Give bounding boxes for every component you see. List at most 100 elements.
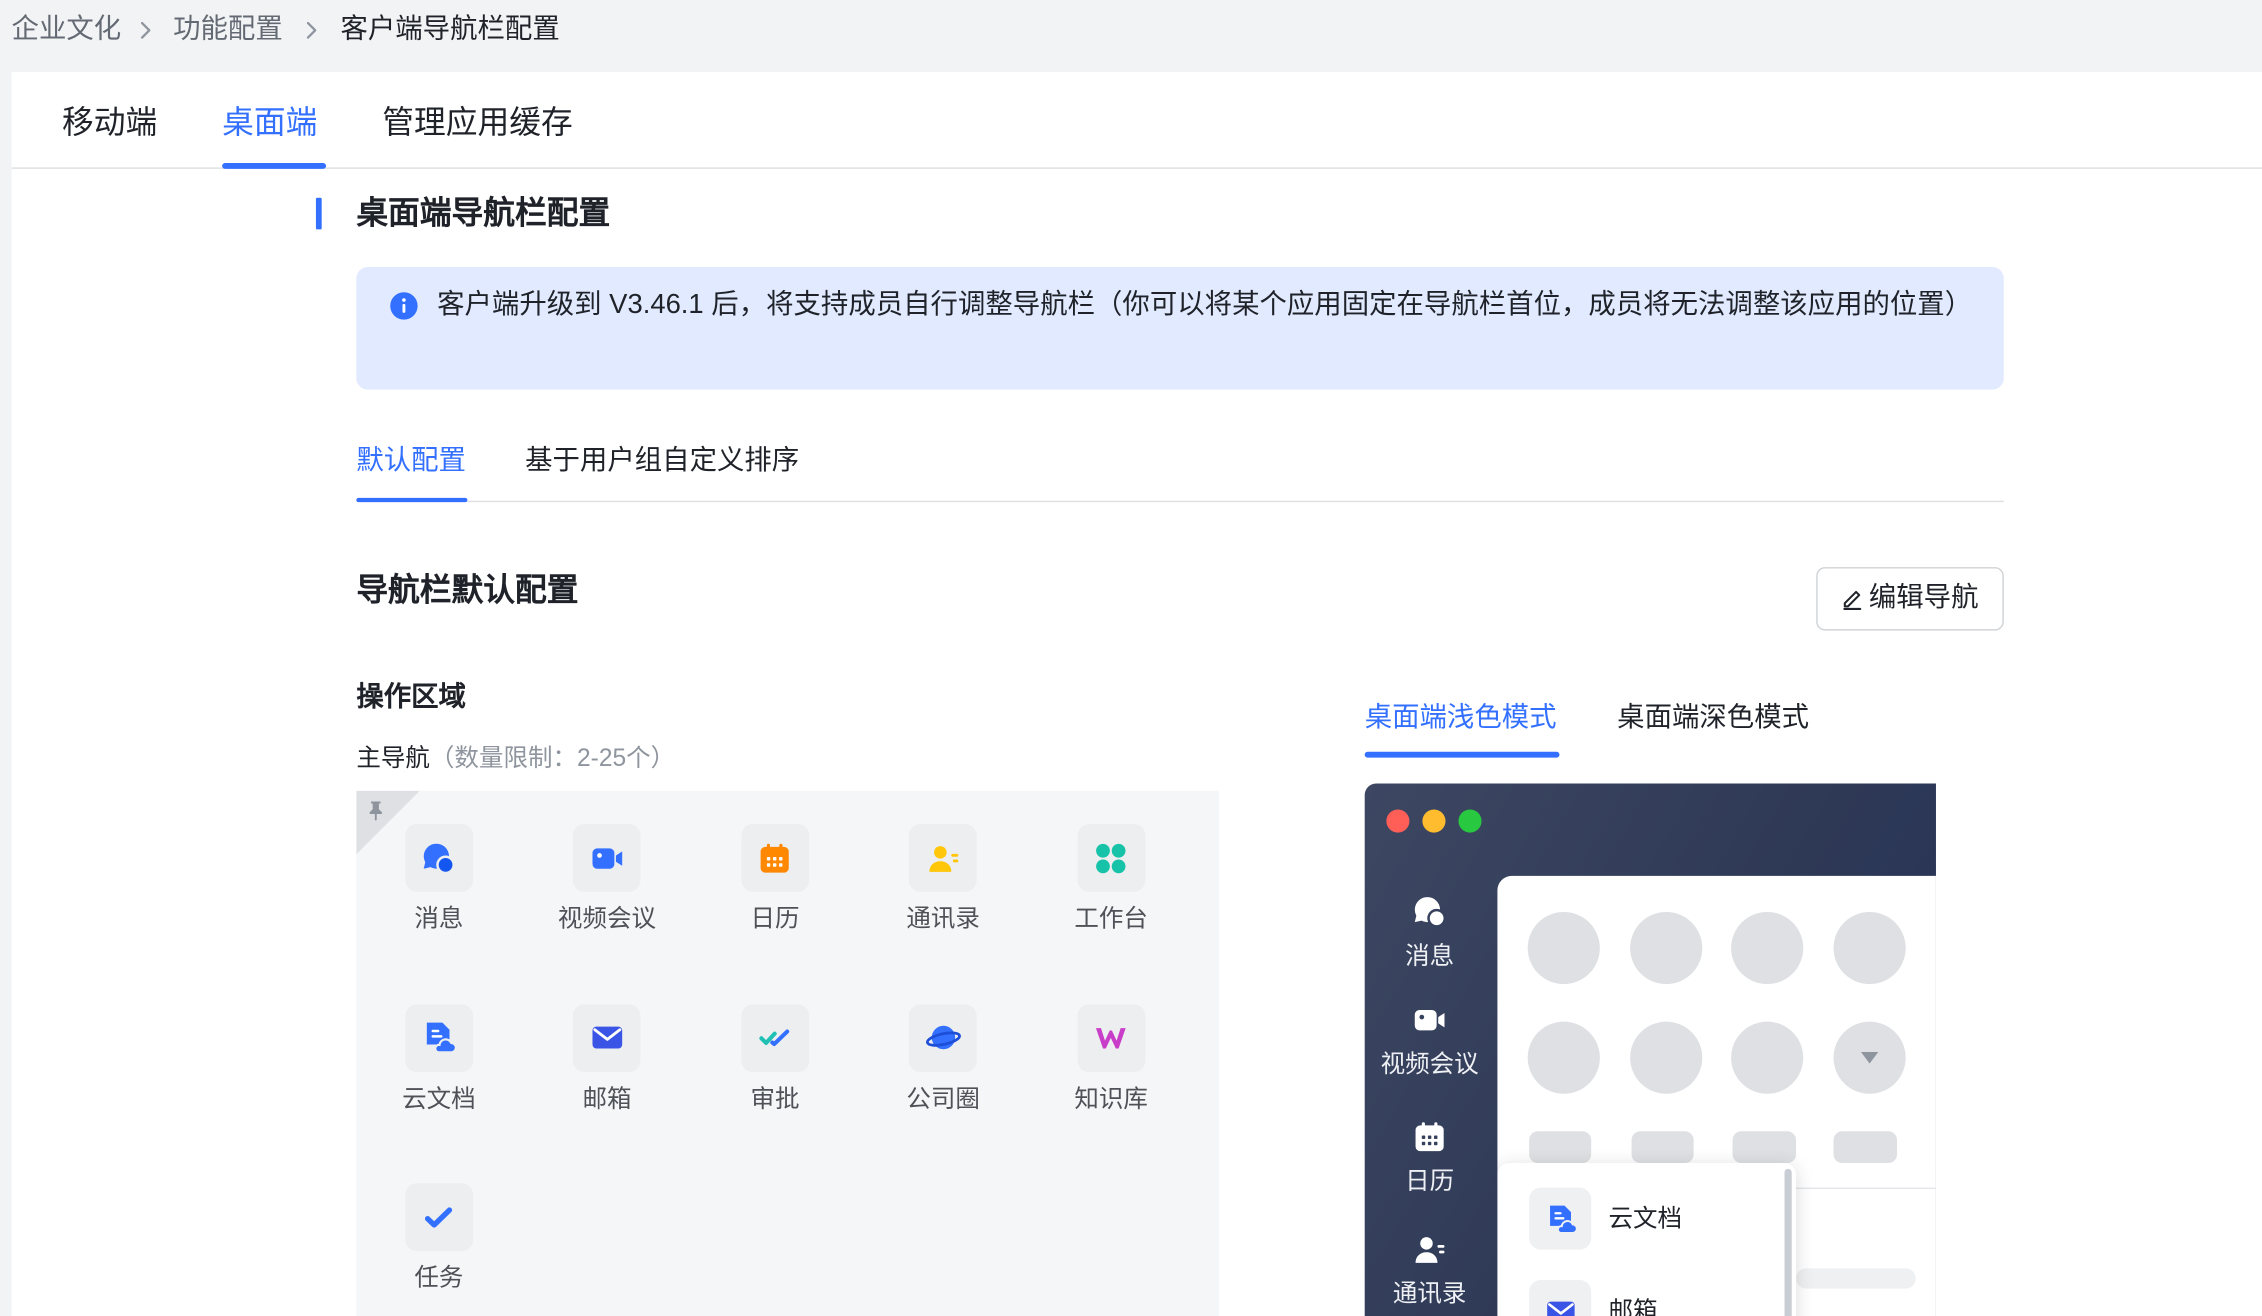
section-title: 桌面端导航栏配置 <box>356 194 611 231</box>
menu-item-label: 邮箱 <box>1608 1297 1658 1316</box>
app-item-video-meeting[interactable]: 视频会议 <box>523 823 691 1004</box>
app-label: 公司圈 <box>906 1084 980 1112</box>
app-label: 消息 <box>414 904 464 933</box>
preview-content-area: 云文档 邮箱 <box>1497 875 1936 1316</box>
tab-app-cache[interactable]: 管理应用缓存 <box>382 104 572 142</box>
app-label: 任务 <box>414 1264 464 1292</box>
chevron-right-icon <box>140 21 151 39</box>
app-label: 工作台 <box>1074 904 1148 933</box>
more-apps-menu: 云文档 邮箱 <box>1497 1163 1797 1316</box>
video-meeting-icon <box>573 823 641 892</box>
contacts-icon <box>1415 1237 1445 1263</box>
placeholder-bar <box>1796 1268 1916 1289</box>
video-meeting-icon <box>1414 1010 1445 1031</box>
sub-tabs-divider <box>356 500 2004 503</box>
main-nav-app-grid: 消息 视频会议 日历 通讯录 工作台 云文档 邮箱 审批 公司圈 知识库 任务 <box>356 790 1219 1316</box>
window-minimize-dot <box>1422 809 1446 833</box>
app-label: 云文档 <box>402 1084 476 1112</box>
tab-user-group-sort[interactable]: 基于用户组自定义排序 <box>525 443 799 481</box>
app-item-approval[interactable]: 审批 <box>691 1003 859 1184</box>
breadcrumb-item-enterprise-culture[interactable]: 企业文化 <box>12 12 122 50</box>
app-item-wiki[interactable]: 知识库 <box>1027 1003 1195 1184</box>
tab-desktop[interactable]: 桌面端 <box>222 104 317 142</box>
app-item-message[interactable]: 消息 <box>356 823 523 1004</box>
mail-icon <box>573 1003 641 1072</box>
calendar-icon <box>1415 1122 1444 1152</box>
notice-text: 客户端升级到 V3.46.1 后，将支持成员自行调整导航栏（你可以将某个应用固定… <box>437 290 1973 321</box>
preview-sidebar-item-video-meeting: 视频会议 <box>1365 1001 1495 1080</box>
placeholder-label-pill <box>1732 1131 1797 1164</box>
app-label: 日历 <box>750 904 800 933</box>
app-item-calendar[interactable]: 日历 <box>691 823 859 1004</box>
contacts-icon <box>909 823 978 892</box>
app-item-mail[interactable]: 邮箱 <box>523 1003 691 1184</box>
edit-nav-label: 编辑导航 <box>1868 582 1979 614</box>
upgrade-notice: 客户端升级到 V3.46.1 后，将支持成员自行调整导航栏（你可以将某个应用固定… <box>356 266 2004 390</box>
tab-light-mode[interactable]: 桌面端浅色模式 <box>1365 700 1557 738</box>
section-accent-bar <box>315 197 322 230</box>
cloud-docs-icon <box>1529 1187 1592 1250</box>
preview-sidebar-label: 视频会议 <box>1380 1050 1479 1078</box>
active-tab-indicator <box>222 163 327 169</box>
placeholder-app-circle <box>1833 911 1906 985</box>
tab-dark-mode[interactable]: 桌面端深色模式 <box>1617 700 1809 738</box>
app-label: 邮箱 <box>582 1084 632 1112</box>
pin-icon <box>369 801 382 821</box>
app-label: 知识库 <box>1074 1084 1148 1112</box>
app-label: 审批 <box>750 1084 800 1112</box>
chevron-right-icon <box>306 21 317 39</box>
app-item-task[interactable]: 任务 <box>356 1183 523 1316</box>
approval-icon <box>741 1003 809 1072</box>
menu-item-label: 云文档 <box>1608 1204 1683 1233</box>
placeholder-app-circle <box>1527 1021 1600 1094</box>
preview-divider <box>1788 1187 1936 1190</box>
placeholder-app-circle <box>1630 911 1703 985</box>
message-icon <box>1414 897 1447 928</box>
app-item-workplace[interactable]: 工作台 <box>1027 823 1195 1004</box>
moments-icon <box>909 1003 978 1072</box>
cloud-docs-icon <box>405 1003 473 1072</box>
app-label: 视频会议 <box>557 904 657 933</box>
placeholder-label-pill <box>1529 1131 1592 1164</box>
active-preview-tab-indicator <box>1364 751 1560 758</box>
operation-area-title: 操作区域 <box>356 682 466 713</box>
tab-default-config[interactable]: 默认配置 <box>356 443 466 481</box>
breadcrumb-item-current: 客户端导航栏配置 <box>340 14 560 45</box>
menu-scrollbar <box>1784 1168 1792 1316</box>
preview-sidebar-label: 日历 <box>1405 1167 1455 1195</box>
active-sub-tab-indicator <box>356 497 468 503</box>
placeholder-app-circle <box>1630 1021 1703 1094</box>
window-zoom-dot <box>1458 809 1482 833</box>
placeholder-label-pill <box>1833 1131 1898 1164</box>
pencil-icon <box>1844 590 1862 610</box>
desktop-preview-window: 消息 视频会议 日历 通讯录 云文档 邮箱 <box>1364 783 1936 1316</box>
app-list: 消息 视频会议 日历 通讯录 工作台 云文档 邮箱 审批 公司圈 知识库 任务 <box>356 823 1195 1316</box>
app-label: 通讯录 <box>906 904 980 933</box>
calendar-icon <box>741 823 809 892</box>
tabs-divider <box>11 167 2262 169</box>
preview-sidebar-item-calendar: 日历 <box>1365 1118 1495 1197</box>
caret-down-icon <box>1860 1051 1879 1064</box>
app-item-moments[interactable]: 公司圈 <box>859 1003 1027 1184</box>
wiki-icon <box>1077 1003 1146 1072</box>
placeholder-app-circle <box>1527 911 1600 985</box>
preview-sidebar-item-message: 消息 <box>1365 893 1495 972</box>
tab-mobile[interactable]: 移动端 <box>62 104 157 142</box>
window-close-dot <box>1386 809 1410 833</box>
info-icon <box>390 292 418 320</box>
main-nav-label: 主导航 <box>356 744 430 773</box>
preview-sidebar-label: 通讯录 <box>1392 1279 1467 1308</box>
edit-nav-button[interactable]: 编辑导航 <box>1816 567 2004 631</box>
preview-sidebar-item-contacts: 通讯录 <box>1365 1231 1495 1310</box>
nav-config-title: 导航栏默认配置 <box>356 571 579 608</box>
placeholder-app-circle <box>1731 911 1804 985</box>
app-item-contacts[interactable]: 通讯录 <box>859 823 1027 1004</box>
app-page: 企业文化 功能配置 客户端导航栏配置 移动端 桌面端 管理应用缓存 桌面端导航栏… <box>0 0 2262 1316</box>
more-apps-circle <box>1833 1021 1906 1094</box>
app-item-cloud-docs[interactable]: 云文档 <box>356 1003 523 1184</box>
main-nav-header: 主导航 （数量限制：2-25个） <box>356 742 675 777</box>
mail-icon <box>1529 1279 1592 1316</box>
breadcrumb-item-feature-config[interactable]: 功能配置 <box>173 12 283 50</box>
placeholder-label-pill <box>1631 1131 1694 1164</box>
task-icon <box>405 1183 473 1252</box>
